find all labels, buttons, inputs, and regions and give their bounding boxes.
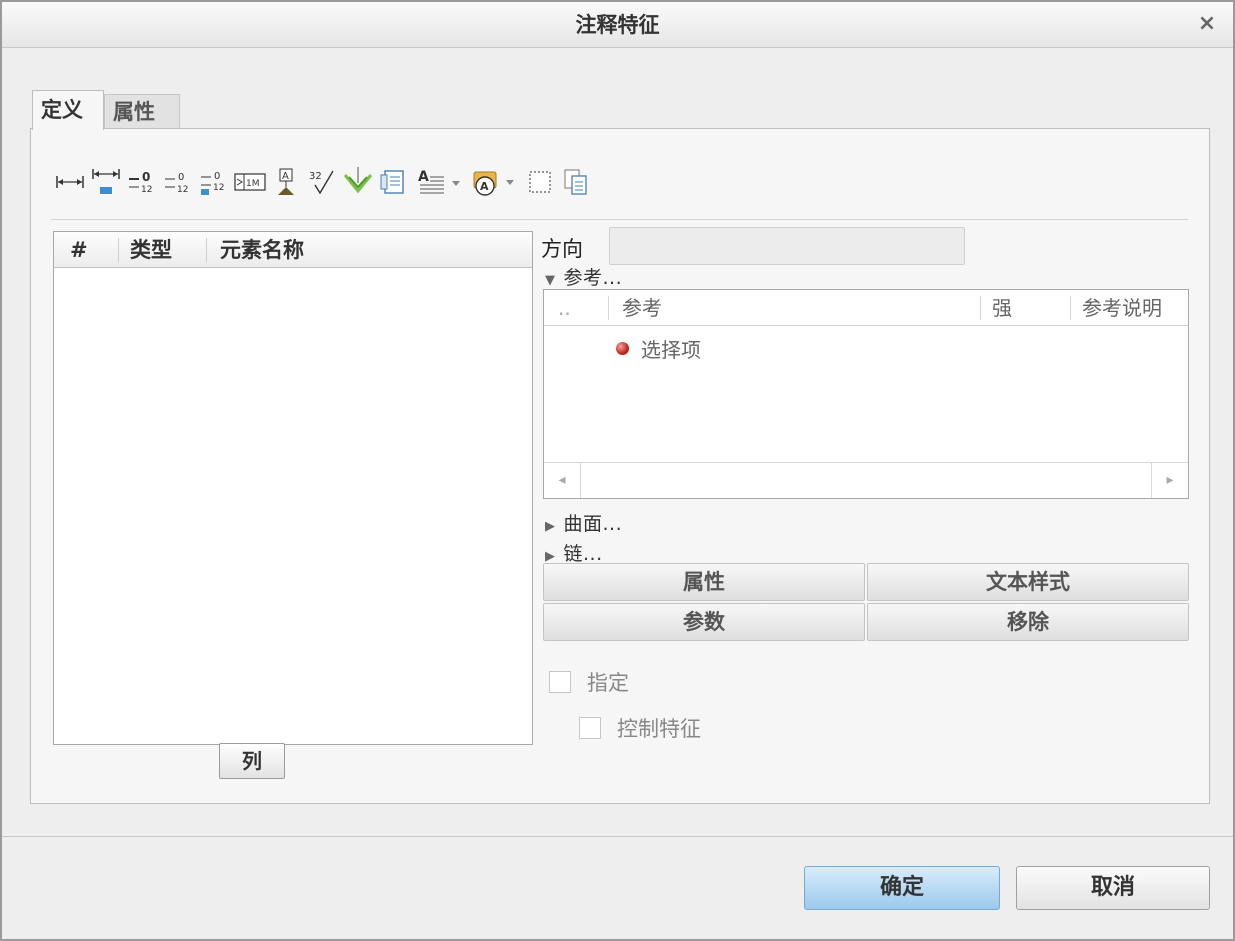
expanded-triangle-icon: ▼ — [545, 273, 556, 288]
surfaces-section-toggle[interactable]: ▶ 曲面... — [545, 509, 622, 536]
header-divider — [206, 238, 207, 262]
dialog-title: 注释特征 — [575, 13, 660, 37]
parameters-button[interactable]: 参数 — [543, 603, 865, 641]
svg-text:0: 0 — [178, 172, 184, 183]
cancel-button[interactable]: 取消 — [1016, 866, 1210, 910]
tab-properties[interactable]: 属性 — [104, 94, 180, 128]
columns-button[interactable]: 列 — [219, 743, 285, 779]
svg-text:A: A — [418, 169, 429, 185]
element-detail-pane: 方向 ▼ 参考... .. 参考 强 参考说明 选择项 ◂ ▸ ▶ 曲面... … — [541, 227, 1191, 787]
header-divider — [1070, 296, 1071, 320]
chain-section-label: 链... — [563, 543, 603, 565]
direction-field[interactable] — [609, 227, 965, 265]
references-table[interactable]: .. 参考 强 参考说明 选择项 ◂ ▸ — [543, 289, 1189, 499]
title-bar: 注释特征 × — [2, 2, 1233, 48]
datum-text: A — [282, 171, 289, 182]
col-header-ellipsis[interactable]: .. — [558, 290, 571, 326]
tab-definition[interactable]: 定义 — [32, 90, 104, 130]
horizontal-scrollbar[interactable]: ◂ ▸ — [544, 462, 1188, 498]
control-feature-checkbox[interactable] — [579, 717, 601, 739]
header-divider — [118, 238, 119, 262]
col-header-type[interactable]: 类型 — [130, 232, 172, 268]
status-dot-icon — [616, 342, 629, 355]
reference-collector[interactable]: 选择项 — [616, 334, 701, 363]
remove-button[interactable]: 移除 — [867, 603, 1189, 641]
copy-icon[interactable] — [559, 165, 593, 199]
datum-target-icon[interactable]: A — [269, 165, 303, 199]
header-divider — [608, 296, 609, 320]
element-list[interactable]: # 类型 元素名称 — [53, 231, 533, 745]
linear-dimension-icon[interactable] — [53, 165, 87, 199]
properties-button[interactable]: 属性 — [543, 563, 865, 601]
collapsed-triangle-icon: ▶ — [545, 549, 556, 564]
ok-button[interactable]: 确定 — [804, 866, 1000, 910]
control-feature-label: 控制特征 — [617, 717, 701, 741]
specify-label: 指定 — [587, 671, 629, 695]
definition-panel: 0 12 0 12 0 12 1M A 32 A A # 类型 元素名称 列 方… — [30, 128, 1210, 804]
text-style-button[interactable]: 文本样式 — [867, 563, 1189, 601]
svg-text:12: 12 — [213, 183, 224, 193]
text-style-icon[interactable]: A — [415, 165, 465, 199]
references-table-header: .. 参考 强 参考说明 — [544, 290, 1188, 326]
references-section-label: 参考... — [563, 267, 623, 289]
surfaces-section-label: 曲面... — [563, 513, 623, 535]
surface-finish-text: 32 — [309, 171, 322, 182]
surface-finish-icon[interactable]: 32 — [305, 165, 339, 199]
svg-text:A: A — [480, 180, 489, 193]
col-header-strong[interactable]: 强 — [992, 290, 1012, 326]
element-list-header: # 类型 元素名称 — [54, 232, 532, 268]
col-header-reference[interactable]: 参考 — [622, 290, 662, 326]
tolerance-stacked-icon[interactable]: 0 12 — [125, 165, 159, 199]
reference-item-label: 选择项 — [641, 338, 701, 362]
col-header-index[interactable]: # — [70, 232, 88, 268]
note-icon[interactable] — [377, 165, 411, 199]
collapsed-triangle-icon: ▶ — [545, 519, 556, 534]
gtol-frame-icon[interactable]: 1M — [233, 165, 267, 199]
toolbar-divider — [51, 219, 1188, 220]
symbol-icon[interactable] — [341, 165, 375, 199]
svg-text:12: 12 — [141, 185, 152, 195]
direction-label: 方向 — [541, 237, 583, 261]
col-header-element-name[interactable]: 元素名称 — [220, 232, 304, 268]
svg-text:0: 0 — [142, 170, 150, 184]
specify-checkbox[interactable] — [549, 671, 571, 693]
svg-text:12: 12 — [177, 185, 188, 195]
gtol-text: 1M — [246, 179, 260, 189]
tolerance-plusminus-icon[interactable]: 0 12 — [161, 165, 195, 199]
close-icon[interactable]: × — [1195, 12, 1219, 36]
footer-divider — [2, 836, 1233, 837]
header-divider — [980, 296, 981, 320]
svg-text:0: 0 — [214, 171, 220, 182]
references-section-toggle[interactable]: ▼ 参考... — [545, 263, 622, 290]
scroll-right-icon[interactable]: ▸ — [1152, 463, 1188, 498]
tolerance-limits-icon[interactable]: 0 12 — [197, 165, 231, 199]
scroll-left-icon[interactable]: ◂ — [544, 463, 580, 498]
palette-icon[interactable]: A — [469, 165, 519, 199]
annotation-toolbar: 0 12 0 12 0 12 1M A 32 A A — [53, 159, 953, 203]
col-header-reference-note[interactable]: 参考说明 — [1082, 290, 1162, 326]
annotation-feature-dialog: 注释特征 × 定义 属性 0 12 0 12 0 12 1M A 32 A A … — [0, 0, 1235, 941]
selection-box-icon[interactable] — [523, 165, 557, 199]
scroll-divider — [580, 463, 581, 498]
ordinate-dimension-icon[interactable] — [89, 165, 123, 199]
chain-section-toggle[interactable]: ▶ 链... — [545, 539, 603, 566]
